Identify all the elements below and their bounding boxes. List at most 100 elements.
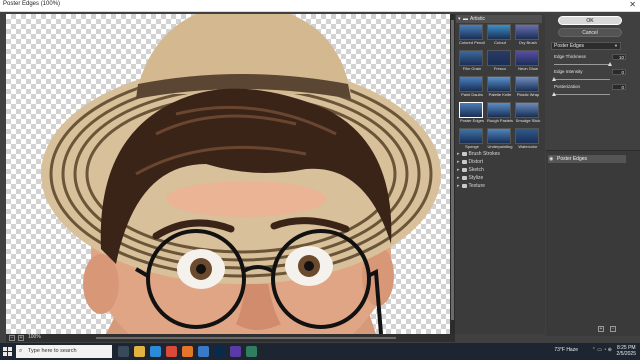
- slider-value-input[interactable]: 0: [612, 84, 626, 90]
- filter-thumbnail-image: [487, 50, 511, 66]
- store-icon[interactable]: [198, 346, 209, 357]
- layer-buttons: + ▫: [556, 326, 626, 334]
- filter-category-label: Sketch: [468, 167, 484, 173]
- taskbar-clock[interactable]: 8:25 PM 2/5/2025: [617, 345, 636, 357]
- zoom-in-button[interactable]: +: [18, 335, 24, 341]
- slider-value-input[interactable]: 10: [612, 54, 626, 60]
- filter-category[interactable]: ▸ Texture: [457, 182, 543, 190]
- weather-widget[interactable]: 73°F Haze: [554, 347, 578, 353]
- window-title: Poster Edges (100%): [3, 1, 61, 7]
- artistic-category-label: Artistic: [470, 16, 485, 22]
- filter-thumbnail-label: Fresco: [493, 66, 507, 71]
- filter-thumbnail[interactable]: Watercolor: [515, 128, 541, 152]
- filter-thumbnail-label: Palette Knife: [488, 92, 512, 97]
- filter-thumbnail[interactable]: Dry Brush: [515, 24, 541, 48]
- zoom-level[interactable]: 100%: [28, 334, 41, 340]
- filter-thumbnail[interactable]: Paint Daubs: [459, 76, 485, 100]
- horizontal-scroll-thumb[interactable]: [96, 337, 396, 339]
- filter-thumbnail[interactable]: Fresco: [487, 50, 513, 74]
- preview-canvas[interactable]: [6, 14, 450, 334]
- slider-label: Edge Thickness: [554, 54, 586, 59]
- filter-thumbnail-image: [459, 50, 483, 66]
- filter-thumbnail[interactable]: Smudge Stick: [515, 102, 541, 126]
- photoshop-icon[interactable]: [214, 346, 225, 357]
- filter-sliders: Edge Thickness 10 Edge Intensity 0 Posteriza…: [552, 54, 626, 99]
- filter-thumbnail[interactable]: Underpainting: [487, 128, 513, 152]
- artistic-category-header[interactable]: ▾ ▬ Artistic: [456, 15, 542, 23]
- filter-slider: Edge Thickness 10: [554, 54, 626, 69]
- left-ear: [83, 254, 119, 314]
- other-icon[interactable]: [246, 346, 257, 357]
- edge-icon[interactable]: [150, 346, 161, 357]
- filter-category[interactable]: ▸ Brush Strokes: [457, 150, 543, 158]
- ok-button[interactable]: OK: [558, 16, 622, 25]
- filter-category[interactable]: ▸ Distort: [457, 158, 543, 166]
- filter-thumbnail-label: Neon Glow: [518, 66, 538, 71]
- left-pupil: [196, 264, 206, 274]
- filter-settings-panel: OK Cancel Poster Edges ▼ Edge Thickness 1…: [546, 14, 640, 336]
- taskbar-apps: [118, 346, 257, 357]
- firefox-icon[interactable]: [182, 346, 193, 357]
- effect-layer[interactable]: ◉ Poster Edges: [548, 155, 626, 163]
- slider-handle[interactable]: [552, 92, 556, 96]
- windows-start-icon[interactable]: [3, 347, 12, 356]
- filter-thumbnail[interactable]: Sponge: [459, 128, 485, 152]
- filter-category-label: Stylize: [468, 175, 484, 181]
- folder-icon: [461, 152, 467, 156]
- filter-thumbnail-label: Plastic Wrap: [516, 92, 540, 97]
- chrome-icon[interactable]: [166, 346, 177, 357]
- file-explorer-icon[interactable]: [134, 346, 145, 357]
- filter-category-label: Distort: [468, 159, 483, 165]
- task-view-icon[interactable]: [118, 346, 129, 357]
- delete-layer-icon[interactable]: ▫: [610, 326, 616, 332]
- filter-thumbnail-label: Poster Edges: [459, 118, 484, 123]
- eye-icon[interactable]: ◉: [549, 155, 553, 163]
- filter-thumbnail[interactable]: Rough Pastels: [487, 102, 513, 126]
- filter-thumbnail-image: [515, 128, 539, 144]
- slider-track[interactable]: [554, 94, 610, 95]
- filter-thumbnail[interactable]: Film Grain: [459, 50, 485, 74]
- slider-label: Edge Intensity: [554, 69, 583, 74]
- system-tray-icons[interactable]: ⌃ ▭ ◔ ⊕: [592, 347, 612, 353]
- filter-thumbnail-image: [459, 76, 483, 92]
- window-titlebar: Poster Edges (100%) ✕: [0, 0, 640, 12]
- slider-value-input[interactable]: 0: [612, 69, 626, 75]
- filter-select[interactable]: Poster Edges ▼: [551, 42, 621, 50]
- filter-gallery-panel: ▾ ▬ Artistic Colored Pencil Cutout Dry Bru…: [455, 14, 545, 334]
- filter-thumbnail[interactable]: Cutout: [487, 24, 513, 48]
- folder-open-icon: ▬: [463, 16, 468, 22]
- folder-icon: [461, 176, 467, 180]
- filter-thumbnail[interactable]: Poster Edges: [459, 102, 485, 126]
- slider-handle[interactable]: [552, 77, 556, 81]
- filter-thumbnail-label: Cutout: [494, 40, 506, 45]
- filter-thumbnail[interactable]: Colored Pencil: [459, 24, 485, 48]
- close-icon[interactable]: ✕: [629, 0, 636, 9]
- filter-thumbnail[interactable]: Plastic Wrap: [515, 76, 541, 100]
- media-icon[interactable]: [230, 346, 241, 357]
- filter-category-label: Texture: [468, 183, 485, 189]
- chevron-right-icon: ▸: [457, 151, 460, 157]
- filter-thumbnail-image: [487, 76, 511, 92]
- filter-category[interactable]: ▸ Sketch: [457, 166, 543, 174]
- slider-track[interactable]: [554, 64, 610, 65]
- scroll-thumb[interactable]: [451, 20, 454, 320]
- filter-thumbnail-image: [459, 102, 483, 118]
- filter-thumbnail-label: Colored Pencil: [459, 40, 485, 45]
- new-layer-icon[interactable]: +: [598, 326, 604, 332]
- filter-select-value: Poster Edges: [554, 43, 585, 49]
- zoom-out-button[interactable]: −: [9, 335, 15, 341]
- right-pupil: [304, 261, 314, 271]
- slider-handle[interactable]: [608, 62, 612, 66]
- search-icon: ⌕: [19, 348, 23, 354]
- filter-thumbnail[interactable]: Neon Glow: [515, 50, 541, 74]
- taskbar-search[interactable]: ⌕ Type here to search: [16, 345, 112, 358]
- effect-layers-panel: ◉ Poster Edges + ▫: [546, 150, 640, 336]
- slider-track[interactable]: [554, 79, 610, 80]
- filter-category[interactable]: ▸ Stylize: [457, 174, 543, 182]
- search-placeholder: Type here to search: [28, 348, 77, 354]
- portrait-image: [41, 14, 441, 334]
- filter-thumbnail[interactable]: Palette Knife: [487, 76, 513, 100]
- chevron-down-icon: ▼: [614, 43, 618, 48]
- chevron-right-icon: ▸: [457, 159, 460, 165]
- cancel-button[interactable]: Cancel: [558, 28, 622, 37]
